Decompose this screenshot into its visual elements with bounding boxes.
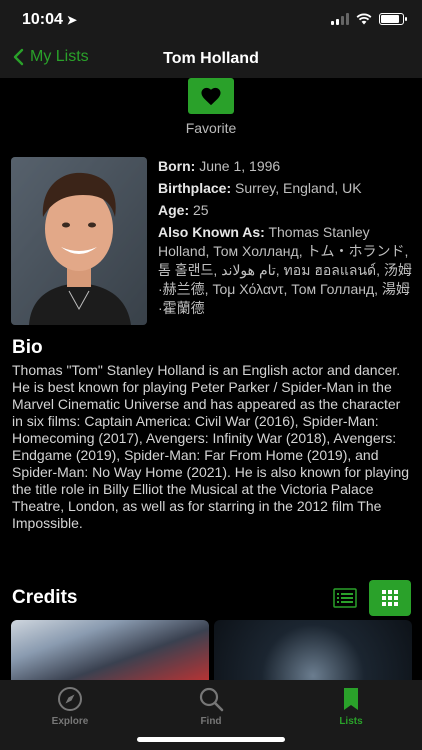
bookmark-icon <box>344 688 358 710</box>
heart-icon <box>201 87 221 106</box>
wifi-icon <box>356 13 372 25</box>
favorite-button[interactable] <box>188 78 234 114</box>
credit-poster[interactable] <box>11 620 209 682</box>
tab-lists-label: Lists <box>339 716 363 727</box>
bio-text: Thomas "Tom" Stanley Holland is an Engli… <box>12 362 410 531</box>
compass-icon <box>58 687 82 711</box>
tab-explore-label: Explore <box>51 716 89 727</box>
person-info: Born: June 1, 1996 Birthplace: Surrey, E… <box>158 157 414 321</box>
cellular-signal-icon <box>331 13 349 25</box>
credit-poster[interactable] <box>214 620 412 682</box>
birthplace-label: Birthplace: <box>158 180 232 196</box>
born-row: Born: June 1, 1996 <box>158 157 414 176</box>
status-indicators <box>331 13 407 25</box>
location-arrow-icon: ➤ <box>66 13 77 27</box>
bio-heading: Bio <box>12 337 43 358</box>
age-row: Age: 25 <box>158 201 414 220</box>
birthplace-value: Surrey, England, UK <box>235 180 362 196</box>
age-label: Age: <box>158 202 190 218</box>
grid-view-button[interactable] <box>369 580 411 616</box>
tab-find[interactable]: Find <box>171 686 251 727</box>
tab-bar: Explore Find Lists <box>0 680 422 750</box>
clock-label: 10:04 <box>22 11 63 28</box>
born-value: June 1, 1996 <box>199 158 281 174</box>
aka-row: Also Known As: Thomas Stanley Holland, Т… <box>158 223 414 318</box>
tab-find-label: Find <box>200 716 222 727</box>
battery-fill <box>381 15 399 23</box>
age-value: 25 <box>193 202 209 218</box>
status-time: 10:04 ➤ <box>22 11 77 29</box>
grid-icon <box>382 590 398 606</box>
aka-label: Also Known As: <box>158 224 265 240</box>
born-label: Born: <box>158 158 196 174</box>
list-view-button[interactable] <box>328 584 362 612</box>
tab-lists[interactable]: Lists <box>311 686 391 727</box>
birthplace-row: Birthplace: Surrey, England, UK <box>158 179 414 198</box>
page-title: Tom Holland <box>163 50 259 67</box>
tab-explore[interactable]: Explore <box>30 686 110 727</box>
list-icon <box>333 588 357 608</box>
battery-icon <box>379 13 407 25</box>
navigation-bar: My Lists Tom Holland <box>0 40 422 78</box>
profile-photo <box>11 157 147 325</box>
search-icon <box>199 687 224 712</box>
credits-heading: Credits <box>12 587 78 608</box>
favorite-label: Favorite <box>185 120 237 136</box>
status-bar: 10:04 ➤ <box>0 0 422 40</box>
home-indicator <box>137 737 285 742</box>
